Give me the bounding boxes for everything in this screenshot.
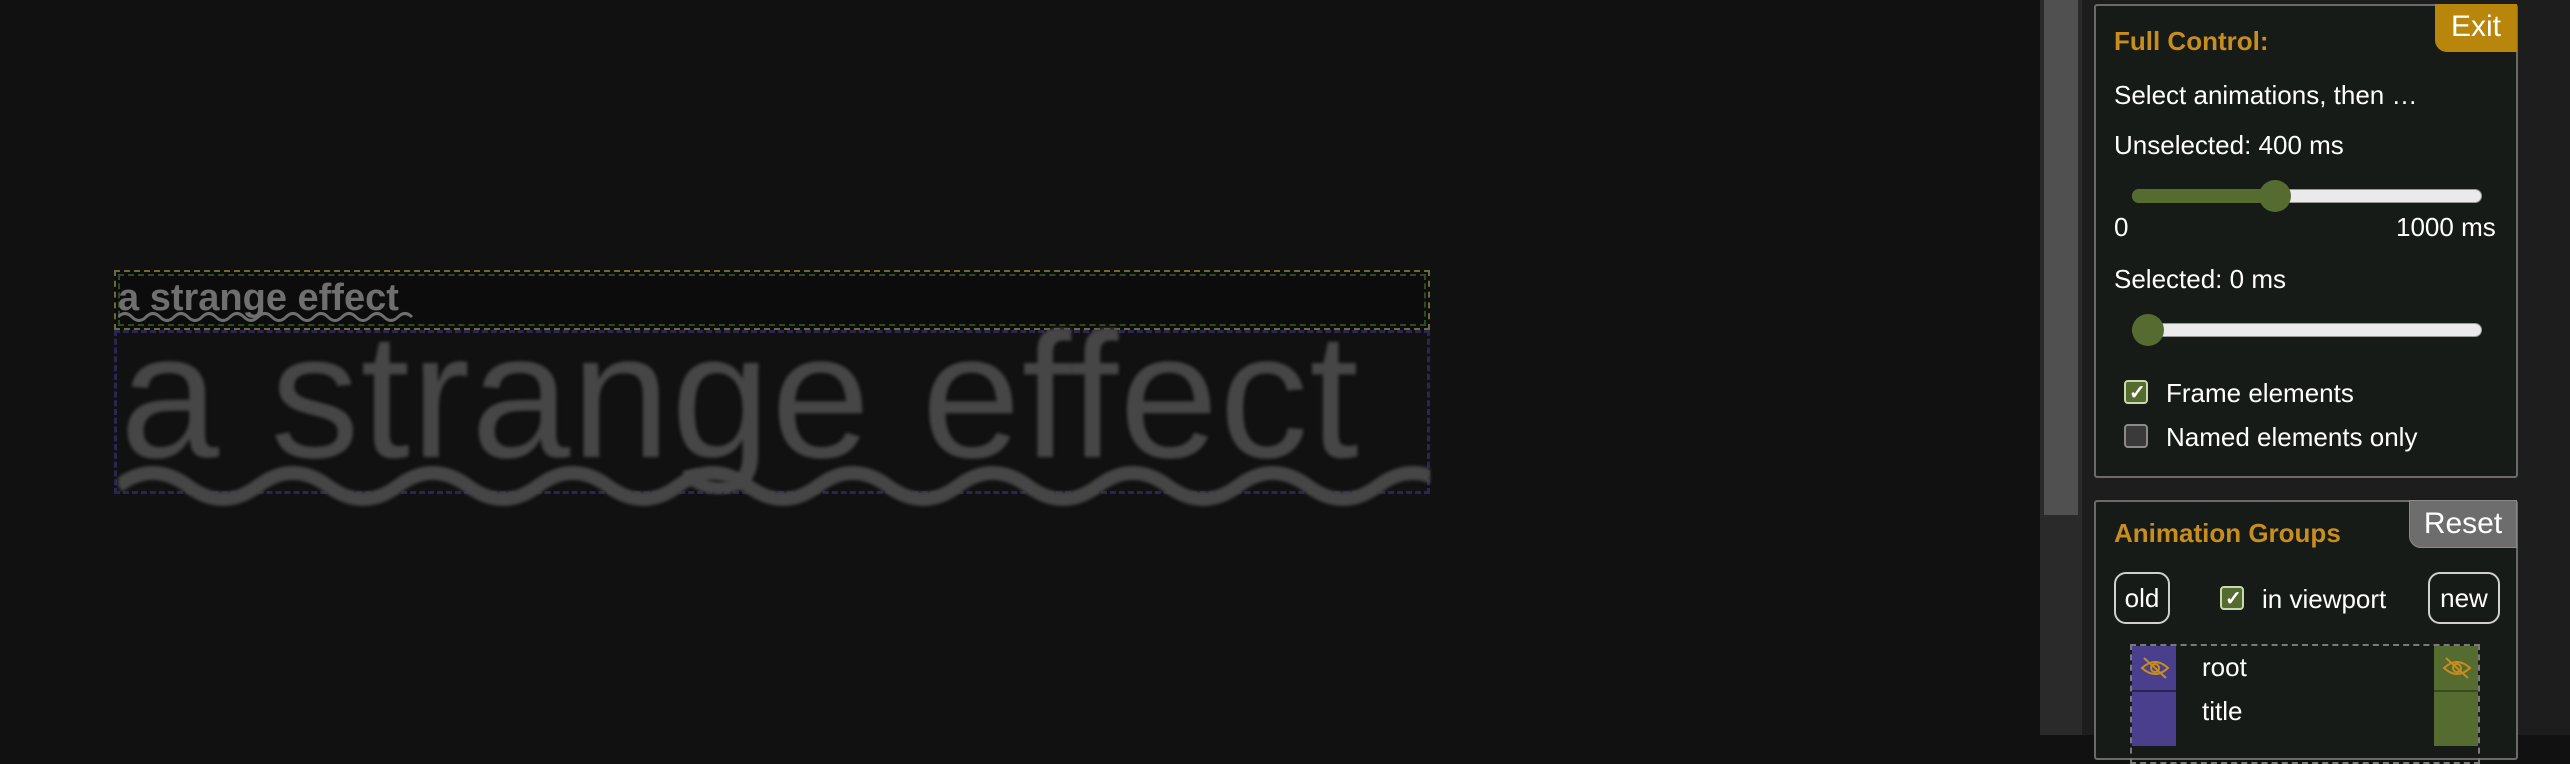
preview-stage: a strange effect a strange effect <box>0 0 2040 735</box>
in-viewport-label: in viewport <box>2262 584 2387 614</box>
checkmark-icon: ✓ <box>2129 382 2146 404</box>
animation-groups-title: Animation Groups <box>2114 518 2341 548</box>
instruction-text: Select animations, then … <box>2114 80 2418 110</box>
new-row-divider <box>2434 690 2478 692</box>
frame-elements-checkbox[interactable]: ✓ <box>2124 380 2148 404</box>
eye-slash-icon[interactable] <box>2442 655 2472 681</box>
unselected-slider-fill <box>2132 189 2276 203</box>
named-elements-only-label: Named elements only <box>2166 422 2418 452</box>
slider-min-label: 0 <box>2114 212 2129 242</box>
checkmark-icon: ✓ <box>2225 588 2242 610</box>
full-control-title: Full Control: <box>2114 26 2269 56</box>
unselected-slider-thumb[interactable] <box>2259 180 2292 212</box>
eye-slash-icon[interactable] <box>2140 655 2170 681</box>
new-button[interactable]: new <box>2428 572 2500 624</box>
old-button[interactable]: old <box>2114 572 2170 624</box>
slider-max-label: 1000 ms <box>2396 212 2496 242</box>
new-title-underline <box>118 466 1430 506</box>
group-item-root[interactable]: root <box>2202 652 2247 683</box>
exit-button[interactable]: Exit <box>2435 4 2517 52</box>
old-row-divider <box>2132 690 2176 692</box>
animation-group-list <box>2130 644 2480 764</box>
unselected-duration-label: Unselected: 400 ms <box>2114 130 2344 160</box>
group-item-title[interactable]: title <box>2202 696 2242 727</box>
selected-slider-thumb[interactable] <box>2132 314 2164 346</box>
panel-scroll-thumb[interactable] <box>2044 0 2078 515</box>
named-elements-only-checkbox[interactable] <box>2124 424 2148 448</box>
in-viewport-checkbox[interactable]: ✓ <box>2220 586 2244 610</box>
reset-button[interactable]: Reset <box>2409 500 2517 548</box>
frame-elements-label: Frame elements <box>2166 378 2354 408</box>
selected-duration-slider[interactable] <box>2132 323 2482 337</box>
selected-duration-label: Selected: 0 ms <box>2114 264 2286 294</box>
